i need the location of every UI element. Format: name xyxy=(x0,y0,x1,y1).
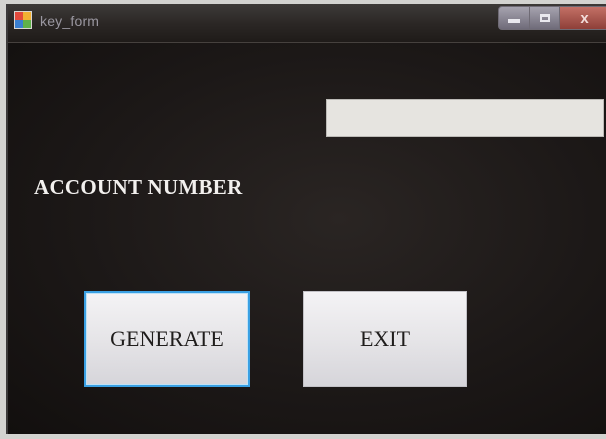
maximize-button[interactable] xyxy=(530,6,560,30)
key-form-window: key_form x ACCOUNT NUMBER GENERATE EXIT xyxy=(6,4,606,434)
generate-button[interactable]: GENERATE xyxy=(84,291,250,387)
minimize-icon xyxy=(508,19,520,23)
app-icon xyxy=(14,11,32,29)
minimize-button[interactable] xyxy=(498,6,530,30)
exit-button-label: EXIT xyxy=(359,326,411,351)
title-bar[interactable]: key_form x xyxy=(8,4,606,43)
close-button[interactable]: x xyxy=(560,6,606,30)
screen-photo: key_form x ACCOUNT NUMBER GENERATE EXIT xyxy=(0,0,606,439)
generate-button-label: GENERATE xyxy=(110,326,224,351)
window-controls: x xyxy=(498,6,606,34)
close-icon: x xyxy=(580,9,589,27)
form-client-area: ACCOUNT NUMBER GENERATE EXIT xyxy=(8,43,606,434)
maximize-icon xyxy=(539,14,550,22)
exit-button[interactable]: EXIT xyxy=(303,291,467,387)
window-title: key_form xyxy=(40,13,100,29)
account-number-input[interactable] xyxy=(326,99,604,137)
account-number-label: ACCOUNT NUMBER xyxy=(34,175,243,199)
